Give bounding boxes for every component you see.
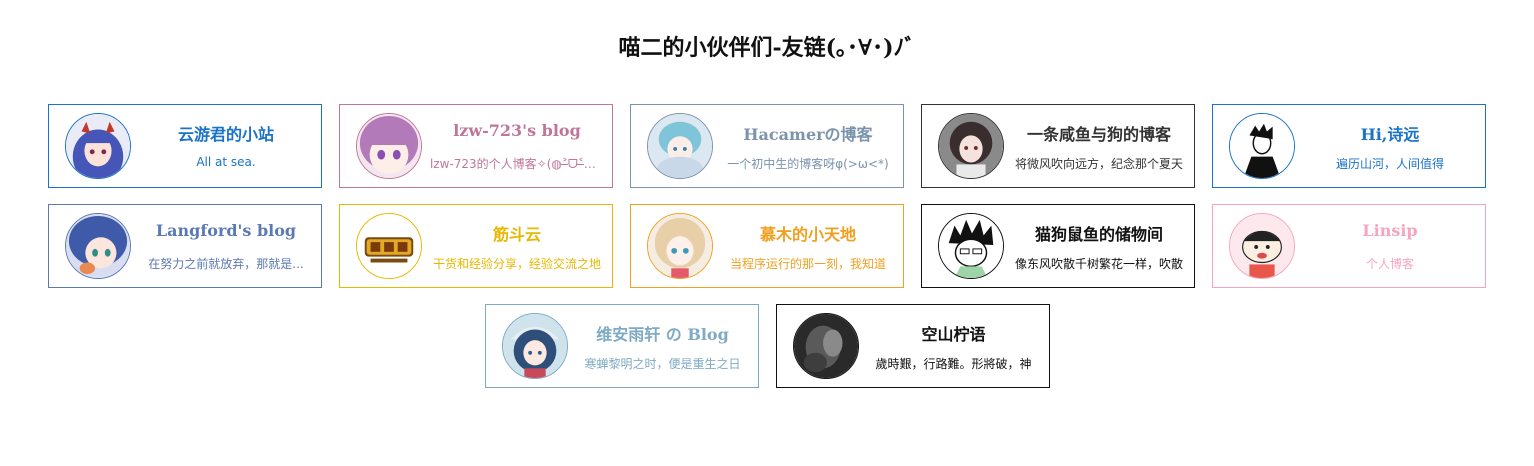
monochrome-photo-avatar (792, 313, 859, 379)
friend-card[interactable]: 维安雨轩 の Blog 寒蝉黎明之时，便是重生之日 (484, 304, 759, 388)
friend-links-row-1: 云游君的小站 All at sea. lzw-723's blog lzw-72… (0, 104, 1534, 188)
friend-desc: All at sea. (196, 155, 256, 169)
friend-card[interactable]: 一条咸鱼与狗的博客 将微风吹向远方，纪念那个夏天 (921, 104, 1195, 188)
friend-desc: 一个初中生的博客呀φ(>ω<*) (727, 157, 889, 171)
friend-card[interactable]: lzw-723's blog lzw-723的个人博客✧(◍˃̶ᗜ˂̶◍)✩ (339, 104, 613, 188)
friend-name: Hi,诗远 (1360, 125, 1420, 144)
anime-girl-hat-avatar (501, 313, 568, 379)
anime-girl-teal-avatar (647, 113, 713, 179)
sketch-boy-avatar (1229, 113, 1295, 179)
crayon-shinchan-avatar (1229, 213, 1295, 279)
friend-links-row-2: Langford's blog 在努力之前就放弃，那就是... 筋斗云 干货和经… (0, 204, 1534, 288)
friend-name: Linsip (1362, 221, 1418, 240)
friend-name: 一条咸鱼与狗的博客 (1026, 125, 1171, 144)
friend-name: 空山柠语 (921, 325, 986, 344)
friend-desc: 寒蝉黎明之时，便是重生之日 (584, 357, 741, 371)
sketch-spiky-hair-avatar (938, 213, 1004, 279)
friend-name: 维安雨轩 の Blog (596, 325, 729, 344)
friend-desc: 当程序运行的那一刻，我知道 (729, 257, 886, 271)
anime-girl-pink-avatar (356, 113, 422, 179)
page-title: 喵二的小伙伴们-友链(｡･∀･)ﾉﾞ (618, 35, 916, 61)
friend-card[interactable]: Hacamerの博客 一个初中生的博客呀φ(>ω<*) (630, 104, 904, 188)
friend-name: 筋斗云 (492, 225, 541, 244)
jindouyun-logo-avatar (356, 213, 422, 279)
friend-card[interactable]: 筋斗云 干货和经验分享，经验交流之地 (339, 204, 613, 288)
friend-links-row-3: 维安雨轩 の Blog 寒蝉黎明之时，便是重生之日 空山柠语 歲時艱，行路難。形… (0, 304, 1534, 388)
anime-girl-blonde-avatar (647, 213, 713, 279)
friend-name: Hacamerの博客 (743, 125, 873, 144)
friend-name: lzw-723's blog (453, 121, 581, 140)
friend-desc: 遍历山河，人间值得 (1335, 157, 1444, 171)
friend-card[interactable]: 猫狗鼠鱼的储物间 像东风吹散千树繁花一样，吹散 (921, 204, 1195, 288)
friend-name: 云游君的小站 (177, 125, 274, 144)
friend-desc: 个人博客 (1365, 257, 1414, 271)
friend-card[interactable]: Hi,诗远 遍历山河，人间值得 (1212, 104, 1486, 188)
friend-card[interactable]: 云游君的小站 All at sea. (48, 104, 322, 188)
friend-card[interactable]: 空山柠语 歲時艱，行路難。形將破，神 (775, 304, 1050, 388)
anime-girl-blue-avatar (65, 213, 131, 279)
friend-desc: 像东风吹散千树繁花一样，吹散 (1014, 257, 1183, 271)
friend-card[interactable]: 慕木的小天地 当程序运行的那一刻，我知道 (630, 204, 904, 288)
friend-desc: 在努力之前就放弃，那就是... (148, 257, 304, 271)
anime-girl-dark-avatar (938, 113, 1004, 179)
friend-name: 猫狗鼠鱼的储物间 (1034, 225, 1163, 244)
friend-card[interactable]: Langford's blog 在努力之前就放弃，那就是... (48, 204, 322, 288)
friend-desc: lzw-723的个人博客✧(◍˃̶ᗜ˂̶◍)✩ (430, 157, 604, 171)
friend-desc: 将微风吹向远方，纪念那个夏天 (1014, 157, 1183, 171)
anime-girl-horns-avatar (65, 113, 131, 179)
friend-name: Langford's blog (155, 221, 297, 240)
friend-card[interactable]: Linsip 个人博客 (1212, 204, 1486, 288)
friend-name: 慕木的小天地 (759, 225, 856, 244)
friend-desc: 干货和经验分享，经验交流之地 (432, 257, 601, 271)
friend-desc: 歲時艱，行路難。形將破，神 (875, 357, 1032, 371)
